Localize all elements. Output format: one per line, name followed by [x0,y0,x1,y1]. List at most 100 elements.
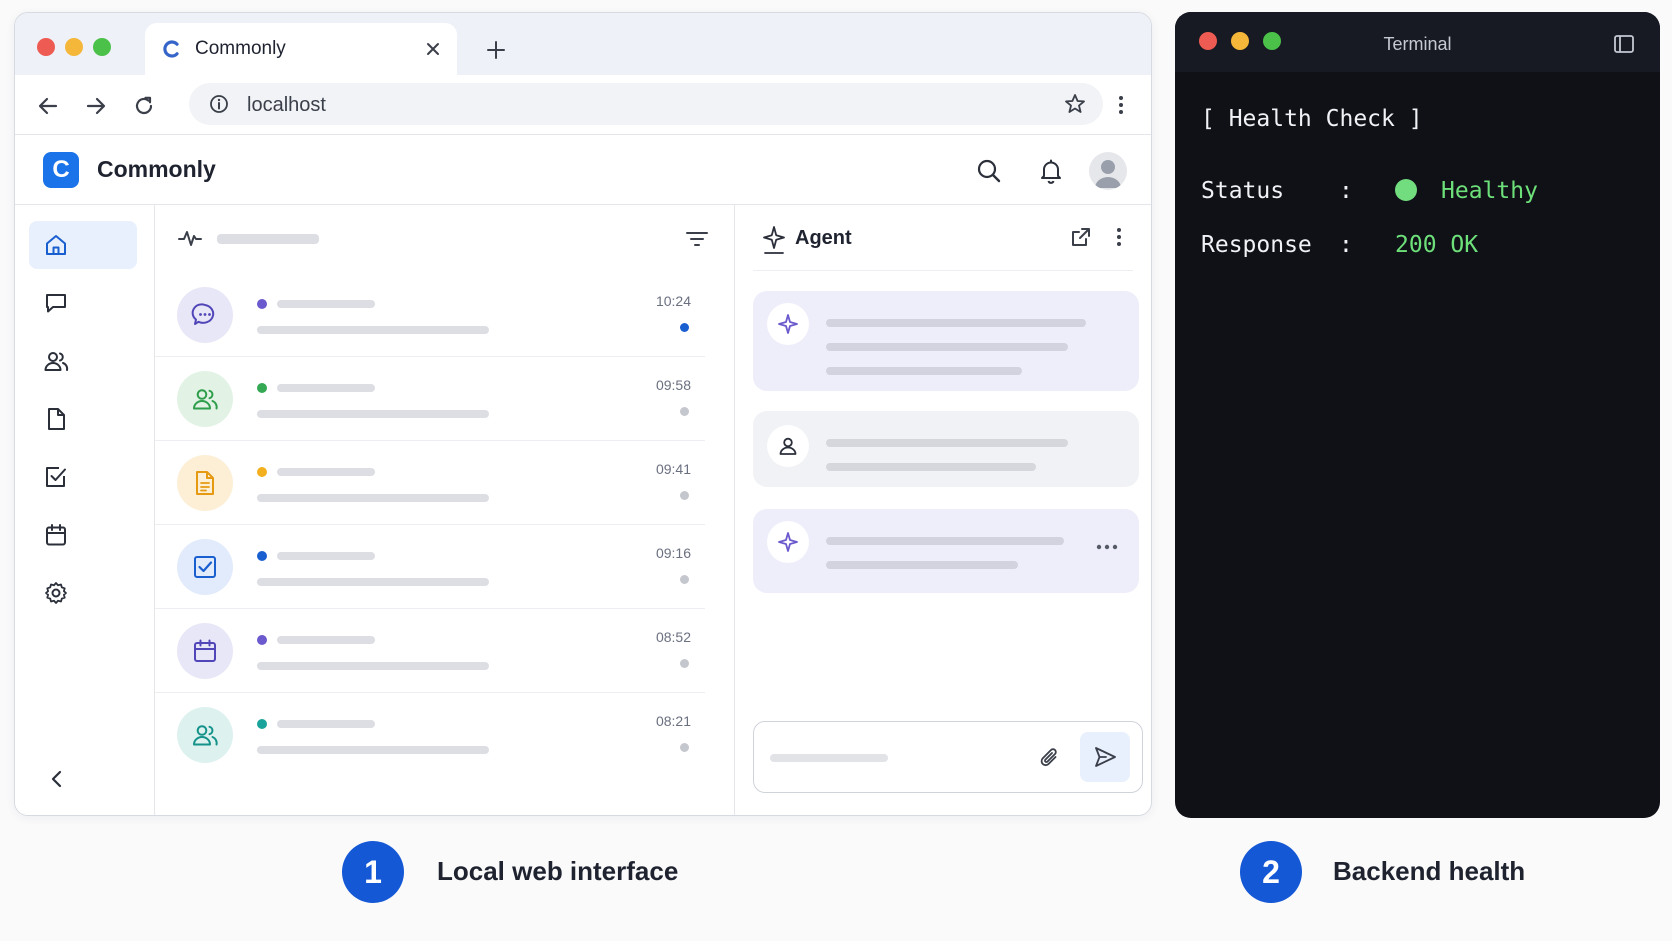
row-preview-placeholder [257,326,489,334]
sidebar-item-home[interactable] [29,221,137,269]
agent-menu-icon[interactable] [1107,225,1131,249]
feed-row[interactable]: 08:21 [155,693,705,777]
row-status-dot [257,551,267,561]
row-status-dot [257,719,267,729]
home-icon [43,232,69,258]
activity-pulse-icon [177,225,203,251]
tab-strip: Commonly [15,13,1151,75]
browser-toolbar: localhost [15,75,1151,135]
row-time: 10:24 [655,293,691,309]
feed-row[interactable]: 08:52 [155,609,705,693]
message-line-placeholder [826,367,1022,375]
users-icon [43,348,69,374]
chat-icon [43,290,69,316]
address-bar[interactable]: localhost [189,83,1103,125]
checkbox-icon [43,464,69,490]
paperclip-icon[interactable] [1036,744,1064,772]
feed-row[interactable]: 09:16 [155,525,705,609]
sidebar-item-tasks[interactable] [29,453,137,501]
caption-backend-health: Backend health [1333,856,1526,886]
sidebar-item-settings[interactable] [29,569,137,617]
message-line-placeholder [826,439,1068,447]
close-window-button[interactable] [37,38,55,56]
bookmark-star-icon[interactable] [1063,92,1087,116]
message-line-placeholder [826,319,1086,327]
unread-indicator [680,323,689,332]
sidebar-item-calendar[interactable] [29,511,137,559]
response-value: 200 OK [1395,232,1479,258]
reload-icon[interactable] [131,93,157,119]
read-indicator [680,659,689,668]
commonly-favicon-icon [161,38,183,60]
step-badge-2: 2 [1240,841,1302,903]
status-value: Healthy [1441,178,1538,204]
collapse-sidebar-chevron-icon[interactable] [45,767,69,791]
row-time: 08:52 [655,629,691,645]
gear-icon [43,580,69,606]
tab-close-icon[interactable] [423,39,443,59]
message-line-placeholder [826,343,1068,351]
feed-title-placeholder [217,234,319,244]
agent-sparkle-icon [767,303,809,345]
row-title-placeholder [277,468,375,476]
typing-ellipsis-icon [1095,543,1119,551]
tab-title: Commonly [195,38,286,59]
row-time: 09:58 [655,377,691,393]
row-avatar [177,455,233,511]
message-line-placeholder [826,463,1036,471]
status-label: Status [1201,178,1285,204]
filter-icon[interactable] [684,226,710,252]
row-title-placeholder [277,300,375,308]
bell-icon[interactable] [1037,157,1065,185]
agent-typing-message [753,509,1139,593]
browser-window: Commonly localhost C Commonly 10:24 09:5… [14,12,1152,816]
agent-message [753,291,1139,391]
message-composer[interactable] [753,721,1143,793]
read-indicator [680,743,689,752]
row-status-dot [257,383,267,393]
feed-row[interactable]: 10:24 [155,273,705,357]
user-message [753,411,1139,487]
response-separator: : [1339,232,1353,258]
agent-title: Agent [795,227,852,249]
terminal-title-bar: Terminal [1175,12,1660,72]
message-line-placeholder [826,561,1018,569]
back-arrow-icon[interactable] [35,93,61,119]
sidebar-item-chat[interactable] [29,279,137,327]
user-icon [767,425,809,467]
read-indicator [680,575,689,584]
row-preview-placeholder [257,410,489,418]
site-info-icon[interactable] [209,94,229,114]
search-icon[interactable] [975,157,1003,185]
feed-row[interactable]: 09:41 [155,441,705,525]
agent-sparkle-icon [767,521,809,563]
new-tab-icon[interactable] [485,39,507,61]
browser-tab[interactable]: Commonly [145,23,457,75]
healthy-status-dot [1395,179,1417,201]
row-avatar [177,707,233,763]
sidebar-item-people[interactable] [29,337,137,385]
row-avatar [177,539,233,595]
user-avatar[interactable] [1089,152,1127,190]
message-line-placeholder [826,537,1064,545]
browser-menu-icon[interactable] [1109,93,1133,117]
row-title-placeholder [277,384,375,392]
row-time: 09:16 [655,545,691,561]
row-avatar [177,623,233,679]
row-avatar [177,287,233,343]
forward-arrow-icon[interactable] [83,93,109,119]
address-url: localhost [247,94,326,116]
row-status-dot [257,467,267,477]
send-button[interactable] [1080,732,1130,782]
feed-row[interactable]: 09:58 [155,357,705,441]
app-logo[interactable]: C [43,152,79,188]
response-label: Response [1201,232,1312,258]
maximize-window-button[interactable] [93,38,111,56]
split-pane-icon[interactable] [1612,32,1636,56]
open-external-icon[interactable] [1069,225,1093,249]
minimize-window-button[interactable] [65,38,83,56]
row-avatar [177,371,233,427]
status-separator: : [1339,178,1353,204]
sidebar-item-documents[interactable] [29,395,137,443]
sidebar [15,205,155,815]
